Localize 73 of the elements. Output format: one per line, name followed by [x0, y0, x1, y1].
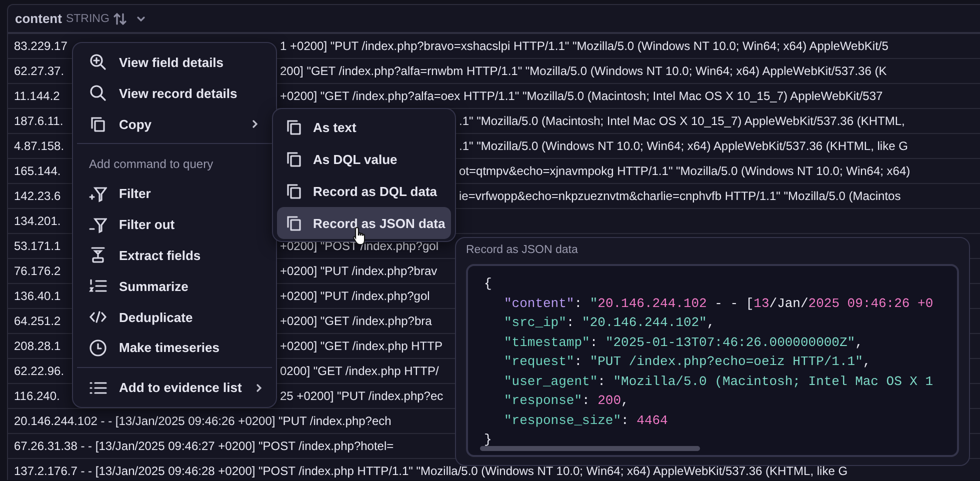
table-cell: ot=qtmpv&echo=xjnavmpokg HTTP/1.1" "Mozilla/5.0 (Windows NT 10.0; Win64; x64) — [459, 164, 910, 178]
code-line: "user_agent": "Mozilla/5.0 (Macintosh; Intel Mac OS X 1 — [503, 372, 934, 390]
table-cell: 142.23.6 — [14, 189, 61, 203]
table-cell: 64.251.2 — [14, 314, 61, 328]
table-cell: 136.40.1 — [14, 289, 61, 303]
table-cell: 53.171.1 — [14, 239, 61, 253]
menu-item[interactable]: As DQL value — [277, 143, 451, 175]
table-cell: 11.144.2 — [14, 89, 60, 103]
menu-item[interactable]: Deduplicate — [77, 302, 272, 332]
code-line: { — [484, 275, 492, 293]
menu-item[interactable]: Filter out — [77, 209, 272, 240]
clock-icon — [89, 338, 107, 357]
menu-item[interactable]: Copy — [77, 108, 272, 140]
copy-icon — [285, 214, 303, 232]
menu-item[interactable]: As text — [277, 111, 451, 143]
table-cell: 67.26.31.38 - - [13/Jan/2025 09:46:27 +0200] "POST /index.php?hotel= — [14, 439, 394, 453]
copy-icon — [89, 115, 107, 134]
menu-item[interactable]: Make timeseries — [77, 332, 272, 364]
section-label: Add command to query — [88, 156, 214, 174]
table-cell: 116.240. — [14, 389, 60, 403]
preview-title: Record as JSON data — [466, 244, 579, 256]
table-cell: .1" "Mozilla/5.0 (Macintosh; Intel Mac OS X 10_15_7) AppleWebKit/537.36 (KHTML, — [459, 114, 905, 128]
chevron-right-icon — [250, 118, 260, 130]
table-cell: 62.27.37. — [14, 64, 64, 78]
table-cell: 0200] "GET /index.php HTTP/ — [280, 364, 439, 378]
table-cell: 4.87.158. — [14, 139, 64, 153]
table-cell: +0200] "GET /index.php HTTP — [280, 339, 442, 353]
column-name: content — [15, 11, 62, 26]
table-cell: 76.176.2 — [14, 264, 61, 278]
menu-item[interactable]: View field details — [77, 47, 272, 78]
menu-item[interactable]: View record details — [77, 78, 272, 109]
copy-icon — [285, 150, 303, 168]
table-cell: +0200] "GET /index.php?alfa=oex HTTP/1.1" "Mozilla/5.0 (Macintosh; Intel Mac OS X 10_15_7) AppleWebKit/537 — [280, 89, 883, 103]
code-line: "response": 200, — [503, 392, 629, 410]
code-line: "request": "PUT /index.php?echo=oeiz HTTP/1.1", — [503, 353, 871, 371]
sort-icon — [113, 12, 128, 26]
table-cell: +0200] "GET /index.php?bra — [280, 314, 432, 328]
menu-item[interactable]: Record as JSON data — [277, 207, 451, 239]
menu-item[interactable]: Filter — [77, 178, 272, 210]
table-cell: 1 +0200] "PUT /index.php?bravo=xshacslpi HTTP/1.1" "Mozilla/5.0 (Windows NT 10.0; Win64; x64) AppleWebKit/5 — [280, 39, 888, 53]
menu-item[interactable]: Extract fields — [77, 240, 272, 271]
table-cell: 62.22.96. — [14, 364, 64, 378]
column-type: STRING — [66, 12, 110, 24]
code-line: "content": "20.146.244.102 - - [13/Jan/2025 09:46:26 +0 — [503, 294, 934, 312]
table-cell: 187.6.11. — [14, 114, 64, 128]
table-cell: ie=vrfwopp&echo=nkpzueznvtm&charlie=cnphvfb HTTP/1.1" "Mozilla/5.0 (Macintos — [459, 189, 901, 203]
table-cell: 137.2.176.7 - - [13/Jan/2025 09:46:28 +0200] "POST /index.php HTTP/1.1" "Mozilla/5.0 (Windows NT 10.0; Win64; x64) AppleWebKit/537.36 (KHTML, like G — [14, 464, 848, 478]
code-line: "src_ip": "20.146.244.102", — [503, 314, 715, 332]
filter-remove-icon — [89, 216, 107, 234]
copy-icon — [285, 182, 303, 200]
zoom-in-icon — [89, 53, 107, 72]
copy-icon — [285, 118, 303, 136]
table-cell: 165.144. — [14, 164, 61, 178]
table-cell: +0200] "POST /index.php?gol — [280, 239, 438, 253]
extract-icon — [89, 246, 107, 264]
table-cell: 25 +0200] "PUT /index.php?ec — [280, 389, 444, 403]
table-cell: 134.201. — [14, 214, 61, 228]
scrollbar[interactable] — [480, 446, 700, 451]
table-cell: 20.146.244.102 - - [13/Jan/2025 09:46:26 +0200] "PUT /index.php?ech — [14, 414, 392, 428]
search-icon — [89, 84, 107, 102]
code-line: "response_size": 4464 — [503, 412, 668, 430]
code-line: "timestamp": "2025-01-13T07:46:26.000000000Z", — [503, 334, 863, 352]
menu-item[interactable]: Add to evidence list — [77, 372, 272, 404]
code-line: } — [484, 431, 492, 449]
table-cell: 208.28.1 — [14, 339, 61, 353]
menu-item[interactable]: Record as DQL data — [277, 175, 451, 207]
table-cell: +0200] "PUT /index.php?brav — [280, 264, 438, 278]
filter-add-icon — [89, 184, 107, 203]
table-cell: +0200] "PUT /index.php?gol — [280, 289, 430, 303]
table-cell: 83.229.17 — [14, 39, 68, 53]
table-cell: .1" "Mozilla/5.0 (Windows NT 10.0; Win64; x64) AppleWebKit/537.36 (KHTML, like G — [459, 139, 908, 153]
menu-item[interactable]: Summarize — [77, 270, 272, 302]
table-cell: 200] "GET /index.php?alfa=rnwbm HTTP/1.1" "Mozilla/5.0 (Windows NT 10.0; Win64; x64) AppleWebKit/537.36 (K — [280, 64, 887, 78]
